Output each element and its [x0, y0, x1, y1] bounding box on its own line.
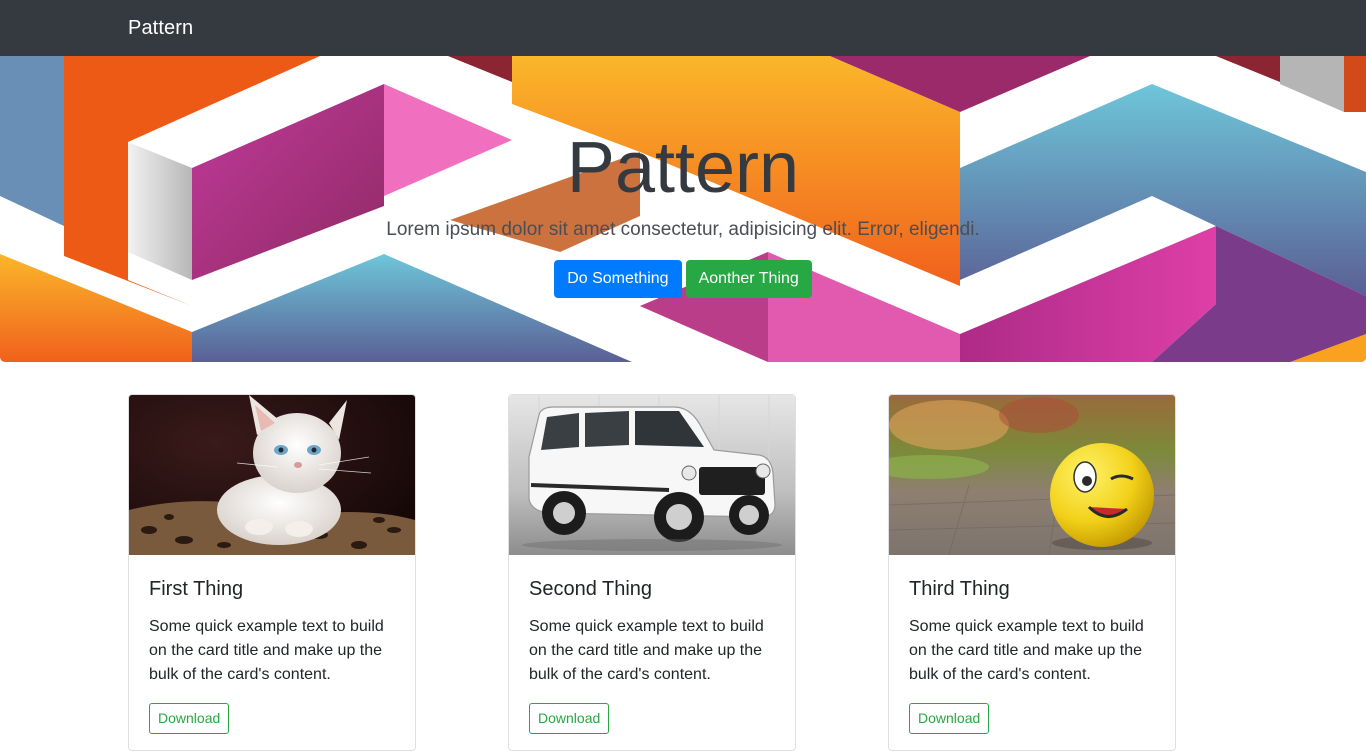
card-first-thing: First Thing Some quick example text to b…: [128, 394, 416, 751]
card-body: Second Thing Some quick example text to …: [509, 555, 795, 750]
do-something-button[interactable]: Do Something: [554, 260, 682, 298]
card-image-smiley-ball: [889, 395, 1175, 555]
download-button[interactable]: Download: [529, 703, 610, 734]
download-button[interactable]: Download: [909, 703, 990, 734]
card-text: Some quick example text to build on the …: [529, 618, 764, 683]
card-third-thing: Third Thing Some quick example text to b…: [888, 394, 1176, 751]
card-image-white-suv: [509, 395, 795, 555]
card-second-thing: Second Thing Some quick example text to …: [508, 394, 796, 751]
navbar-brand[interactable]: Pattern: [128, 17, 193, 40]
card-body: First Thing Some quick example text to b…: [129, 555, 415, 750]
hero-title: Pattern: [566, 128, 800, 208]
card-title: Second Thing: [529, 578, 653, 600]
hero-content: Pattern Lorem ipsum dolor sit amet conse…: [0, 56, 1366, 362]
download-button[interactable]: Download: [149, 703, 230, 734]
card-text: Some quick example text to build on the …: [149, 618, 384, 683]
hero-lead-text: Lorem ipsum dolor sit amet consectetur, …: [386, 219, 980, 240]
card-text: Some quick example text to build on the …: [909, 618, 1144, 683]
hero-button-group: Do Something Aonther Thing: [0, 260, 1366, 298]
card-body: Third Thing Some quick example text to b…: [889, 555, 1175, 750]
hero-jumbotron: Pattern Lorem ipsum dolor sit amet conse…: [0, 56, 1366, 362]
card-image-kitten: [129, 395, 415, 555]
another-thing-button[interactable]: Aonther Thing: [685, 260, 812, 298]
card-title: Third Thing: [909, 578, 1010, 600]
navbar: Pattern: [0, 0, 1366, 56]
card-title: First Thing: [149, 578, 244, 600]
